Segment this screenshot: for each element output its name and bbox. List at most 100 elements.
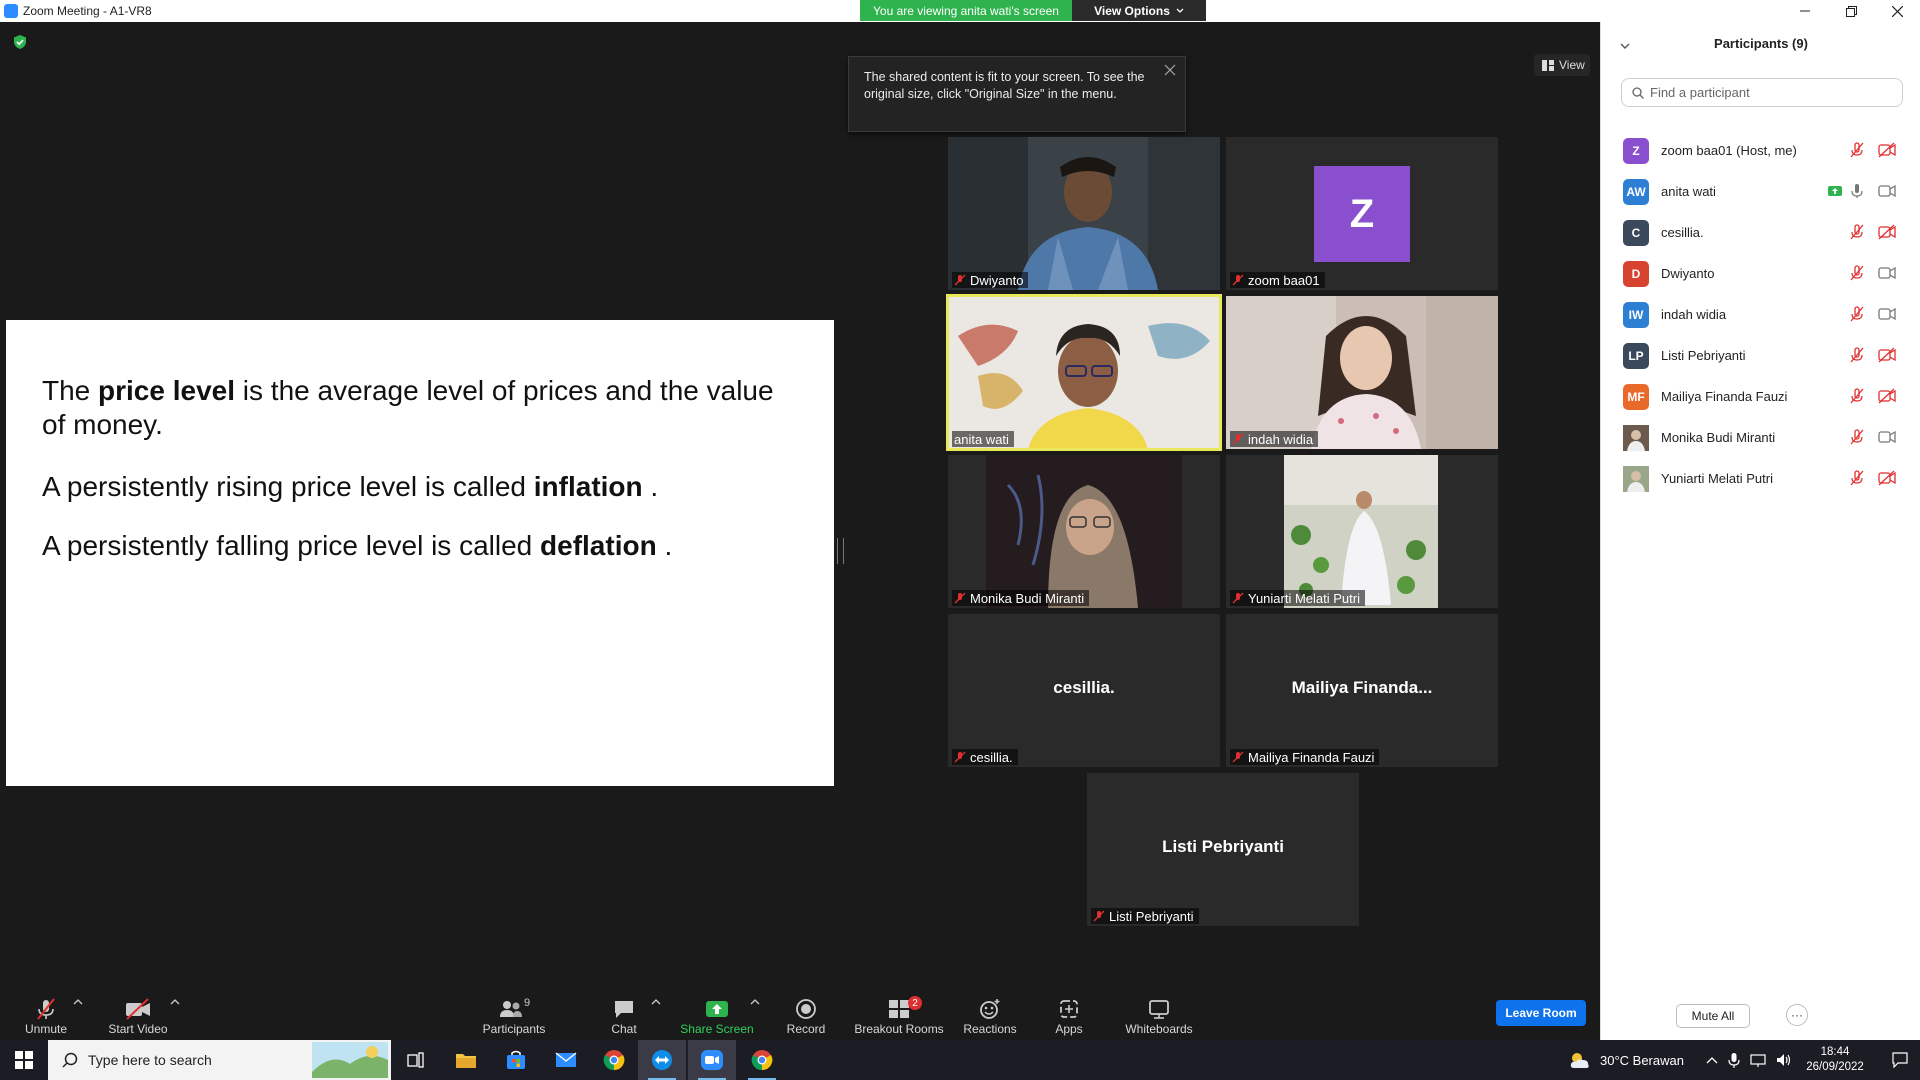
mic-muted-icon[interactable] <box>1849 265 1865 281</box>
teamviewer-taskbar-button[interactable] <box>638 1040 686 1080</box>
participant-video <box>948 296 1220 449</box>
reactions-button[interactable]: Reactions <box>960 990 1020 1040</box>
participants-icon <box>499 1001 522 1017</box>
participant-row[interactable]: MF Mailiya Finanda Fauzi <box>1601 376 1920 417</box>
participant-name: indah widia <box>1661 307 1727 322</box>
video-off-icon[interactable] <box>1877 470 1897 486</box>
avatar-photo <box>1623 425 1649 451</box>
mic-muted-icon[interactable] <box>1849 224 1865 240</box>
mic-icon[interactable] <box>1849 183 1865 199</box>
volume-icon[interactable] <box>1776 1053 1792 1067</box>
weather-widget[interactable]: 30°C Berawan <box>1568 1040 1684 1080</box>
video-icon[interactable] <box>1877 306 1897 322</box>
notifications-button[interactable] <box>1880 1040 1920 1080</box>
chevron-up-icon[interactable] <box>750 997 760 1007</box>
participant-name: Yuniarti Melati Putri <box>1661 471 1773 486</box>
video-icon[interactable] <box>1877 183 1897 199</box>
video-icon[interactable] <box>1877 429 1897 445</box>
mic-muted-icon[interactable] <box>1849 388 1865 404</box>
participant-row[interactable]: Ccesillia. <box>1601 212 1920 253</box>
video-off-icon[interactable] <box>1877 347 1897 363</box>
video-tile-monika-budi-miranti[interactable]: Monika Budi Miranti <box>948 455 1220 608</box>
slide-text: A persistently rising price level is cal… <box>42 471 534 502</box>
slide-text: . <box>642 471 659 502</box>
participant-row[interactable]: LP Listi Pebriyanti <box>1601 335 1920 376</box>
close-window-button[interactable] <box>1874 0 1920 22</box>
close-icon[interactable] <box>1163 63 1177 77</box>
shield-icon[interactable] <box>12 34 28 50</box>
video-tile-zoom-baa01[interactable]: Z zoom baa01 <box>1226 137 1498 290</box>
whiteboards-button[interactable]: Whiteboards <box>1122 990 1196 1040</box>
breakout-rooms-label: Breakout Rooms <box>854 1022 944 1036</box>
participant-row[interactable]: AW anita wati <box>1601 171 1920 212</box>
chevron-up-icon[interactable] <box>73 997 83 1007</box>
participant-row[interactable]: D Dwiyanto <box>1601 253 1920 294</box>
view-button[interactable]: View <box>1534 54 1590 76</box>
video-off-icon[interactable] <box>1877 388 1897 404</box>
participant-row[interactable]: IW indah widia <box>1601 294 1920 335</box>
record-button[interactable]: Record <box>782 990 830 1040</box>
file-explorer-taskbar-button[interactable] <box>442 1040 490 1080</box>
task-view-button[interactable] <box>392 1040 440 1080</box>
video-tile-dwiyanto[interactable]: Dwiyanto <box>948 137 1220 290</box>
mail-taskbar-button[interactable] <box>542 1040 590 1080</box>
mute-all-button[interactable]: Mute All <box>1676 1004 1750 1028</box>
taskbar-search-input[interactable]: Type here to search <box>48 1040 391 1080</box>
network-icon[interactable] <box>1750 1053 1766 1067</box>
video-icon[interactable] <box>1877 265 1897 281</box>
chat-label: Chat <box>611 1022 637 1036</box>
video-tile-indah-widia[interactable]: indah widia <box>1226 296 1498 449</box>
avatar: LP <box>1623 343 1649 369</box>
more-options-button[interactable]: ··· <box>1786 1004 1808 1026</box>
mic-muted-icon[interactable] <box>1849 347 1865 363</box>
participants-panel: Participants (9) Find a participant Zzoo… <box>1600 22 1920 1040</box>
mic-muted-icon[interactable] <box>1849 306 1865 322</box>
mic-muted-icon <box>954 592 966 604</box>
participants-button[interactable]: 9 Participants <box>476 990 552 1040</box>
participant-video <box>1226 455 1498 608</box>
apps-button[interactable]: Apps <box>1054 990 1084 1040</box>
leave-room-button[interactable]: Leave Room <box>1496 1000 1586 1026</box>
chat-button[interactable]: Chat <box>604 990 644 1040</box>
view-options-button[interactable]: View Options <box>1072 0 1206 21</box>
chrome-profile-taskbar-button[interactable] <box>738 1040 786 1080</box>
participants-label: Participants <box>482 1022 546 1036</box>
mic-muted-icon[interactable] <box>1849 470 1865 486</box>
slide-text: A persistently falling price level is ca… <box>42 530 541 561</box>
participant-row[interactable]: Monika Budi Miranti <box>1601 417 1920 458</box>
video-tile-listi-pebriyanti[interactable]: Listi Pebriyanti Listi Pebriyanti <box>1087 773 1359 926</box>
zoom-taskbar-button[interactable] <box>688 1040 736 1080</box>
video-tile-mailiya-finanda-fauzi[interactable]: Mailiya Finanda... Mailiya Finanda Fauzi <box>1226 614 1498 767</box>
participant-search-input[interactable]: Find a participant <box>1621 78 1903 107</box>
share-screen-button[interactable]: Share Screen <box>678 990 756 1040</box>
restore-button[interactable] <box>1828 0 1874 22</box>
chevron-up-icon[interactable] <box>651 997 661 1007</box>
participant-row[interactable]: Yuniarti Melati Putri <box>1601 458 1920 499</box>
video-off-icon[interactable] <box>1877 224 1897 240</box>
split-drag-handle[interactable] <box>837 538 844 564</box>
unmute-label: Unmute <box>24 1022 68 1036</box>
mic-muted-icon[interactable] <box>1849 142 1865 158</box>
start-video-button[interactable]: Start Video <box>104 990 172 1040</box>
chevron-up-icon[interactable] <box>1706 1056 1718 1064</box>
store-taskbar-button[interactable] <box>492 1040 540 1080</box>
tile-name: indah widia <box>1248 431 1314 447</box>
minimize-button[interactable] <box>1782 0 1828 22</box>
reactions-icon <box>980 999 1000 1019</box>
microphone-icon[interactable] <box>1728 1052 1740 1068</box>
participant-row[interactable]: Zzoom baa01 (Host, me) <box>1601 130 1920 171</box>
chrome-taskbar-button[interactable] <box>590 1040 638 1080</box>
video-tile-cesillia[interactable]: cesillia. cesillia. <box>948 614 1220 767</box>
breakout-rooms-button[interactable]: 2 Breakout Rooms <box>852 990 946 1040</box>
video-tile-yuniarti-melati-putri[interactable]: Yuniarti Melati Putri <box>1226 455 1498 608</box>
clock[interactable]: 18:44 26/09/2022 <box>1796 1040 1874 1080</box>
participant-name: Dwiyanto <box>1661 266 1715 281</box>
tile-name: Dwiyanto <box>970 272 1024 288</box>
video-off-icon[interactable] <box>1877 142 1897 158</box>
start-button[interactable] <box>0 1040 48 1080</box>
unmute-button[interactable]: Unmute <box>16 990 76 1040</box>
chevron-up-icon[interactable] <box>170 997 180 1007</box>
mic-muted-icon[interactable] <box>1849 429 1865 445</box>
shared-screen: The price level is the average level of … <box>6 320 834 786</box>
video-tile-anita-wati[interactable]: anita wati <box>946 294 1222 451</box>
